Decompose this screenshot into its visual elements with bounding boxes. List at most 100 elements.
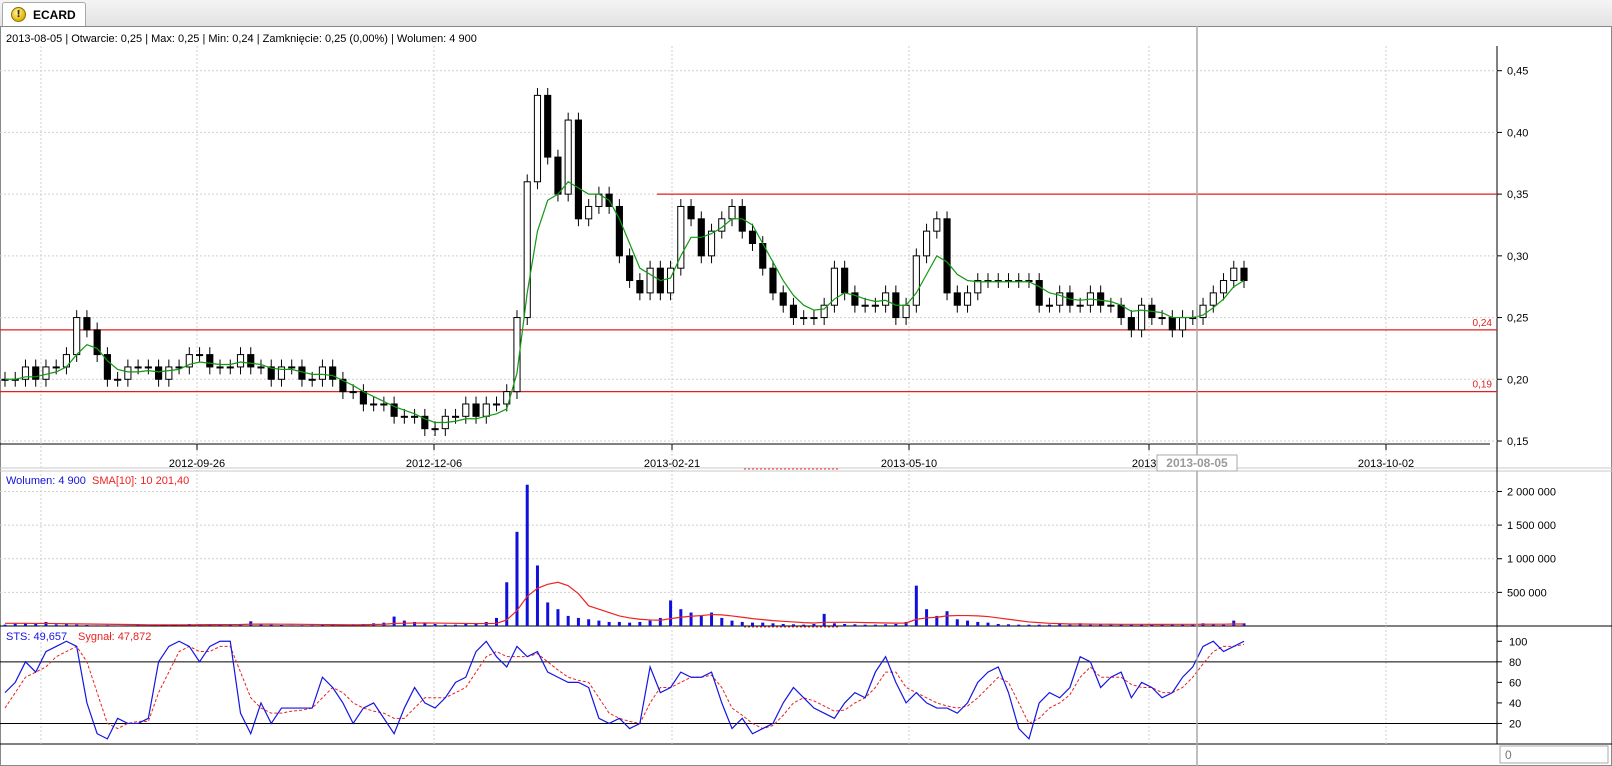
candle-body [144,366,152,369]
candle-body [370,403,378,406]
candle-body [636,280,644,294]
volume-bar [986,622,990,626]
candle-body [789,304,798,319]
volume-bar [894,623,898,626]
warning-icon: ! [11,7,26,22]
candle-body [728,205,736,220]
x-tick-label: 2013-10-02 [1358,458,1414,470]
volume-bar [1037,624,1041,626]
volume-bar [996,623,1000,626]
candle-body [933,218,941,232]
candle-body [953,292,961,306]
y-tick-label: 0,35 [1507,189,1528,201]
volume-bar [1017,624,1021,626]
candle-body [462,403,470,417]
tab-label: ECARD [33,8,76,22]
candle-body [902,304,910,319]
candle-body [247,354,255,368]
stock-chart[interactable]: 0,24 0,19 0,15 0,20 0,25 0,30 0,35 0,40 0,45 500… [0,26,1612,766]
candle-body [810,317,818,320]
candle-body [124,366,132,380]
volume-bar [464,623,468,626]
y-tick-label: 60 [1509,677,1521,689]
tab-bar: ! ECARD [0,0,1612,27]
candle-body [963,292,972,306]
candle-body [257,366,265,369]
volume-bar [740,621,744,626]
candle-body [83,317,91,331]
candle-body [114,378,122,381]
y-tick-label: 40 [1509,698,1521,710]
candle-body [1168,317,1176,331]
candle-body [1230,267,1238,282]
candle-body [1127,317,1135,331]
volume-bar [822,613,826,626]
info-bar-text: 2013-08-05 | Otwarcie: 0,25 | Max: 0,25 … [6,33,477,45]
volume-bar [730,620,734,626]
candle-body [677,205,685,269]
volume-bar [423,623,427,626]
volume-bar [54,624,58,626]
y-tick-label: 2 000 000 [1507,486,1556,498]
volume-bar [566,615,570,626]
volume-bar [832,623,836,626]
candle-body [748,230,757,244]
y-tick-label: 1 500 000 [1507,520,1556,532]
candle-body [687,205,695,220]
horizontal-line-label: 0,19 [1473,380,1493,391]
candle-body [882,292,890,306]
volume-bar [300,625,304,626]
volume-bar [587,619,591,626]
candle-body [216,366,224,369]
candle-body [544,94,552,158]
y-tick-label: 20 [1509,718,1521,730]
y-tick-label: 0,40 [1507,127,1528,139]
tab-ecard[interactable]: ! ECARD [2,2,86,27]
volume-bar [648,620,652,626]
x-tick-label: 2012-12-06 [406,458,462,470]
candle-body [195,354,204,357]
horizontal-line-label: 0,24 [1473,318,1493,329]
x-tick-label: 2013-05-10 [881,458,937,470]
candle-body [667,267,675,294]
candle-body [922,230,931,257]
y-tick-label: 0,20 [1507,374,1528,386]
volume-bar [1047,624,1051,626]
volume-bar [1006,624,1010,626]
sts-label: STS: 49,657 [6,631,67,643]
volume-bar [638,621,642,626]
volume-bar [976,621,980,626]
volume-bar [761,622,765,626]
candle-body [1240,267,1248,282]
volume-bar [269,624,273,626]
volume-bar [1058,623,1062,626]
signal-label: Sygnał: 47,872 [78,631,151,643]
volume-bar [443,624,447,626]
candle-body [871,304,879,307]
scroll-value-field[interactable] [1499,745,1609,764]
candle-body [779,292,787,306]
candle-body [359,391,367,405]
volume-bar [791,624,795,626]
volume-bar [597,620,601,626]
candle-body [861,304,869,307]
candle-body [32,366,40,380]
candle-body [308,378,316,381]
candle-body [492,403,501,406]
volume-label: Wolumen: 4 900 [6,475,86,487]
y-tick-label: 1 000 000 [1507,554,1556,566]
volume-sma-label: SMA[10]: 10 201,40 [92,475,189,487]
volume-bar [290,625,294,626]
x-tick-label: 2013-02-21 [644,458,700,470]
candle-body [349,391,357,394]
volume-bar [781,623,785,626]
volume-bar [279,624,283,626]
volume-bar [13,623,17,626]
volume-bar [310,625,314,626]
candle-body [585,205,593,220]
volume-bar [1222,624,1226,626]
candle-body [206,354,214,368]
volume-bar [433,623,437,626]
candle-body [451,415,460,418]
y-tick-label: 0,15 [1507,436,1528,448]
